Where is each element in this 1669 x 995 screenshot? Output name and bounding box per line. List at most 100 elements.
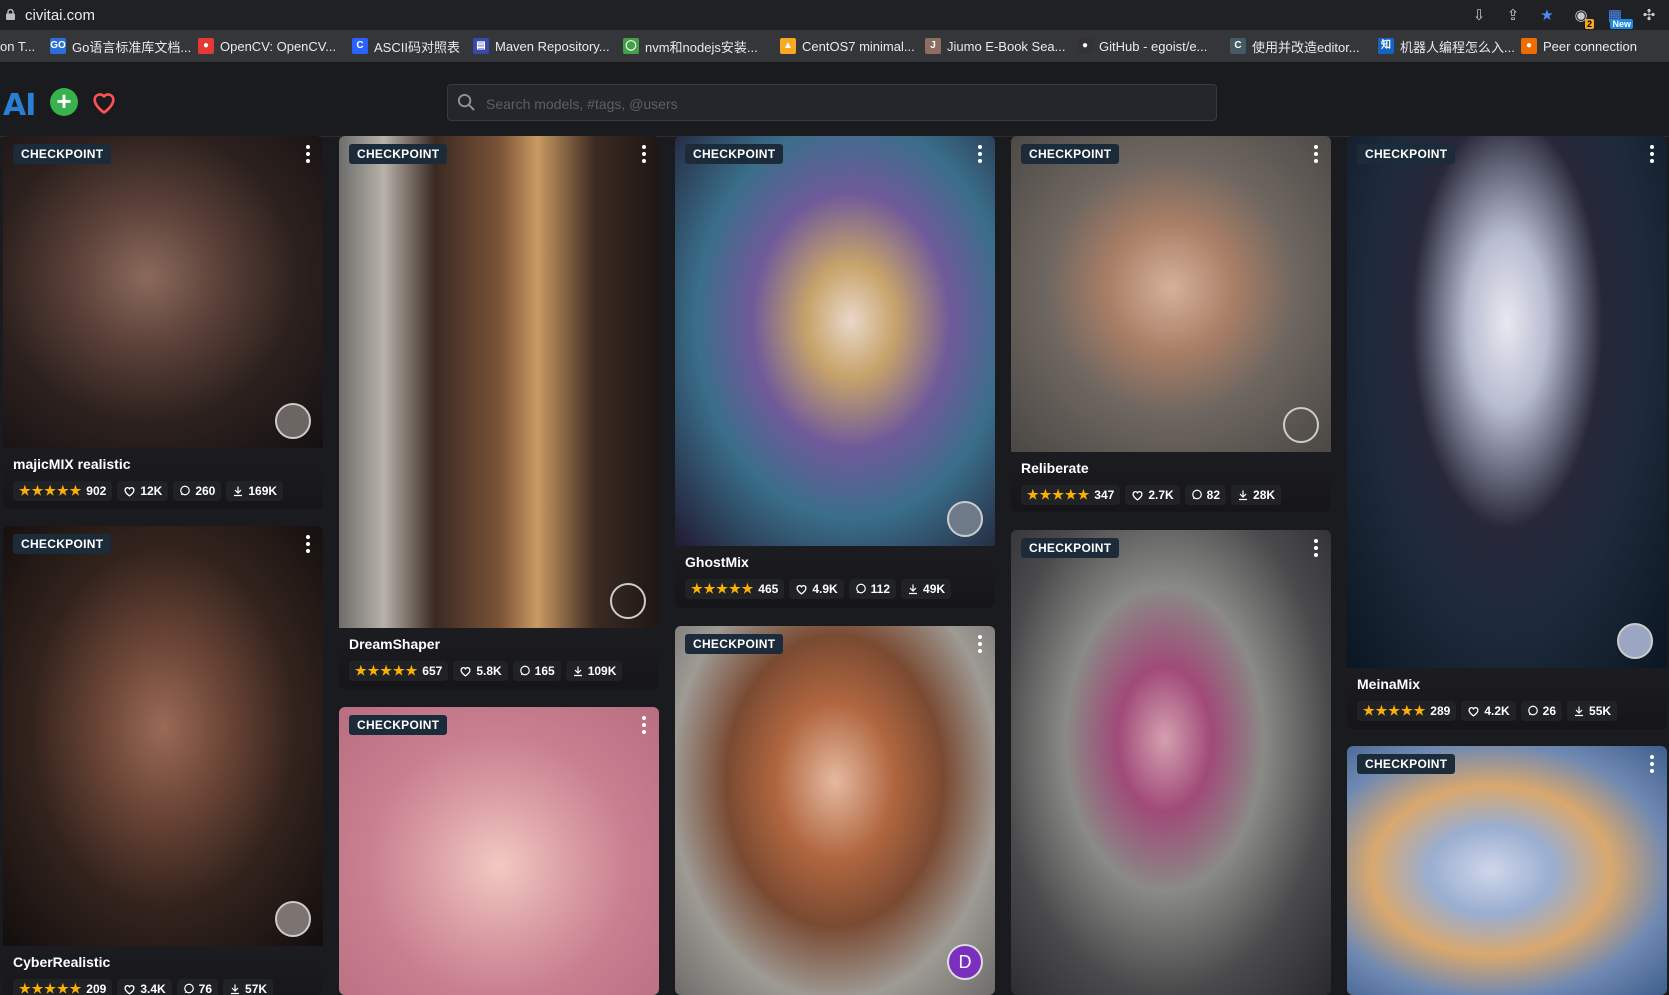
- bookmark-item[interactable]: C ASCII码对照表: [352, 30, 460, 62]
- checkpoint-badge: CHECKPOINT: [685, 634, 784, 654]
- creator-avatar[interactable]: [947, 501, 983, 537]
- more-menu-icon[interactable]: [639, 144, 649, 164]
- heart-icon[interactable]: [90, 88, 118, 116]
- model-title: CyberRealistic: [13, 954, 111, 970]
- bookmark-label: Peer connection: [1543, 38, 1637, 54]
- downloads-pill: 169K: [226, 481, 284, 501]
- downloads-pill: 109K: [565, 661, 623, 681]
- bookmark-item[interactable]: ▲ CentOS7 minimal...: [780, 30, 915, 62]
- civitai-logo[interactable]: AI: [3, 88, 36, 123]
- heart-outline-icon: [796, 585, 807, 595]
- bookmark-item[interactable]: C 使用并改造editor...: [1230, 30, 1360, 62]
- card-info: DreamShaper ★★★★★ 657 5.8K 165 109K: [339, 628, 659, 690]
- star-rating-icon: ★★★★★: [355, 663, 419, 678]
- bookmark-label: GitHub - egoist/e...: [1099, 38, 1208, 54]
- rating-pill: ★★★★★ 902: [13, 481, 113, 501]
- more-menu-icon[interactable]: [303, 144, 313, 164]
- model-title: DreamShaper: [349, 636, 441, 652]
- model-stats: ★★★★★ 465 4.9K 112 49K: [685, 579, 952, 599]
- download-icon: [573, 666, 582, 677]
- bookmark-item[interactable]: ● OpenCV: OpenCV...: [198, 30, 336, 62]
- more-menu-icon[interactable]: [975, 144, 985, 164]
- comment-icon: [1191, 489, 1202, 500]
- news-extension-icon[interactable]: ▦ New: [1605, 5, 1633, 29]
- model-card-fantasy-rocks[interactable]: CHECKPOINT: [1011, 530, 1331, 995]
- creator-avatar[interactable]: [275, 901, 311, 937]
- card-image: [675, 136, 995, 546]
- comments-pill: 165: [512, 661, 561, 681]
- bookmark-item[interactable]: ● Peer connection: [1521, 30, 1637, 62]
- star-rating-icon: ★★★★★: [1027, 487, 1091, 502]
- more-menu-icon[interactable]: [303, 534, 313, 554]
- star-rating-icon: ★★★★★: [19, 981, 83, 995]
- model-card-pink-portrait[interactable]: CHECKPOINT: [339, 707, 659, 995]
- checkpoint-badge: CHECKPOINT: [13, 534, 112, 554]
- model-card-anime-sky[interactable]: CHECKPOINT: [1347, 746, 1667, 995]
- bookmark-item[interactable]: J Jiumo E-Book Sea...: [925, 30, 1066, 62]
- rating-pill: ★★★★★ 465: [685, 579, 785, 599]
- model-card-redhead-portrait[interactable]: CHECKPOINT D: [675, 626, 995, 995]
- bookmark-item[interactable]: ▤ Maven Repository...: [473, 30, 610, 62]
- url-text[interactable]: civitai.com: [25, 7, 95, 24]
- puzzle-icon[interactable]: ✣: [1639, 5, 1659, 25]
- model-card-reliberate[interactable]: CHECKPOINT Reliberate ★★★★★ 347 2.7K 82 2…: [1011, 136, 1331, 512]
- add-button[interactable]: +: [50, 88, 78, 116]
- card-image: [675, 626, 995, 995]
- bookmark-label: CentOS7 minimal...: [802, 38, 915, 54]
- card-image: [339, 707, 659, 995]
- creator-avatar[interactable]: [1617, 623, 1653, 659]
- browser-toolbar-icons: ⇩ ⇪ ★ ◉ 2 ▦ New ✣: [1469, 5, 1659, 29]
- likes-pill: 3.4K: [117, 979, 172, 995]
- model-card-dreamshaper[interactable]: CHECKPOINT DreamShaper ★★★★★ 657 5.8K 165…: [339, 136, 659, 690]
- install-app-icon[interactable]: ⇩: [1469, 5, 1489, 25]
- creator-avatar-letter[interactable]: D: [947, 944, 983, 980]
- extension-icon[interactable]: ◉ 2: [1571, 5, 1594, 29]
- bookmark-favicon-icon: ◯: [623, 38, 639, 54]
- model-title: Reliberate: [1021, 460, 1089, 476]
- bookmark-item[interactable]: ◯ nvm和nodejs安装...: [623, 30, 758, 62]
- bookmark-item[interactable]: ● GitHub - egoist/e...: [1077, 30, 1207, 62]
- likes-pill: 2.7K: [1125, 485, 1180, 505]
- model-title: majicMIX realistic: [13, 456, 131, 472]
- likes-pill: 4.9K: [789, 579, 844, 599]
- more-menu-icon[interactable]: [975, 634, 985, 654]
- model-card-ghostmix[interactable]: CHECKPOINT GhostMix ★★★★★ 465 4.9K 112 49…: [675, 136, 995, 608]
- bookmark-item[interactable]: GO Go语言标准库文档...: [50, 30, 191, 62]
- more-menu-icon[interactable]: [1311, 144, 1321, 164]
- more-menu-icon[interactable]: [639, 715, 649, 735]
- card-image: [1347, 746, 1667, 995]
- comment-icon: [519, 665, 530, 676]
- comment-icon: [180, 485, 191, 496]
- model-card-cyberrealistic[interactable]: CHECKPOINT CyberRealistic ★★★★★ 209 3.4K …: [3, 526, 323, 995]
- more-menu-icon[interactable]: [1647, 754, 1657, 774]
- model-stats: ★★★★★ 347 2.7K 82 28K: [1021, 485, 1282, 505]
- bookmark-item[interactable]: 知机器人编程怎么入...: [1378, 30, 1515, 62]
- browser-url-bar: civitai.com ⇩ ⇪ ★ ◉ 2 ▦ New ✣: [0, 0, 1669, 30]
- card-image: [1011, 530, 1331, 995]
- creator-avatar[interactable]: [1283, 407, 1319, 443]
- rating-pill: ★★★★★ 209: [13, 979, 113, 995]
- more-menu-icon[interactable]: [1311, 538, 1321, 558]
- share-icon[interactable]: ⇪: [1503, 5, 1523, 25]
- model-card-meinamix[interactable]: CHECKPOINT MeinaMix ★★★★★ 289 4.2K 26 55K: [1347, 136, 1667, 729]
- bookmark-favicon-icon: ●: [198, 38, 214, 54]
- search-bar: [447, 84, 1217, 122]
- model-card-majicmix[interactable]: CHECKPOINT majicMIX realistic ★★★★★ 902 1…: [3, 136, 323, 509]
- search-input[interactable]: [484, 85, 1208, 122]
- bookmark-item[interactable]: on T...: [0, 30, 35, 62]
- bookmark-label: Maven Repository...: [495, 38, 610, 54]
- likes-pill: 4.2K: [1461, 701, 1516, 721]
- creator-avatar[interactable]: [275, 403, 311, 439]
- bookmark-label: on T...: [0, 38, 36, 54]
- star-rating-icon: ★★★★★: [19, 483, 83, 498]
- likes-pill: 5.8K: [453, 661, 508, 681]
- creator-avatar[interactable]: [610, 583, 646, 619]
- bookmark-star-icon[interactable]: ★: [1537, 5, 1557, 25]
- card-info: MeinaMix ★★★★★ 289 4.2K 26 55K: [1347, 668, 1667, 729]
- comment-icon: [855, 583, 866, 594]
- more-menu-icon[interactable]: [1647, 144, 1657, 164]
- model-stats: ★★★★★ 209 3.4K 76 57K: [13, 979, 274, 995]
- heart-outline-icon: [124, 487, 135, 497]
- bookmark-favicon-icon: 知: [1378, 38, 1394, 54]
- bookmark-favicon-icon: C: [1230, 38, 1246, 54]
